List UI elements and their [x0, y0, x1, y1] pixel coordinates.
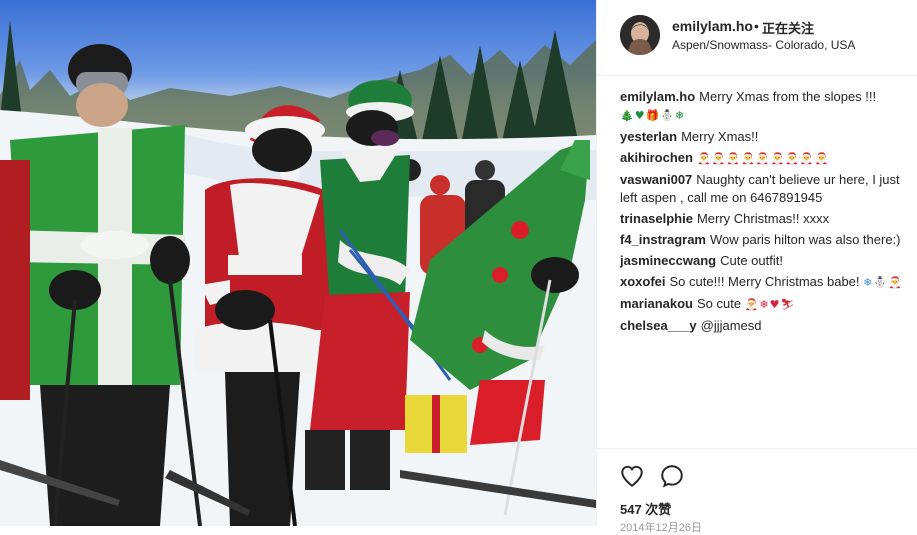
santa-emoji-icons: 🎅🎅🎅🎅🎅🎅🎅🎅🎅	[696, 152, 830, 165]
post-header: emilylam.ho • 正在关注 Aspen/Snowmass- Color…	[597, 0, 917, 76]
post-panel: emilylam.ho • 正在关注 Aspen/Snowmass- Color…	[596, 0, 917, 534]
mixed-emoji-icons: 🎅❄♥⛷	[744, 298, 796, 311]
caption-emoji-icons: 🎄♥🎁⛄❄	[620, 109, 686, 122]
comment-username[interactable]: xoxofei	[620, 274, 666, 289]
comment-list: emilylam.ho Merry Xmas from the slopes !!…	[620, 88, 908, 338]
comment-bubble-icon[interactable]	[659, 463, 685, 489]
like-count[interactable]: 547 次赞	[620, 499, 671, 518]
comment-username[interactable]: trinaselphie	[620, 211, 693, 226]
following-button[interactable]: 正在关注	[762, 18, 814, 37]
comment-text: Merry Xmas from the slopes !!!	[699, 89, 877, 104]
comment-text: Merry Christmas!! xxxx	[696, 211, 830, 226]
header-separator: •	[754, 18, 759, 34]
list-item: trinaselphie Merry Christmas!! xxxx	[620, 210, 908, 228]
comment-username[interactable]: yesterlan	[620, 129, 677, 144]
comment-username[interactable]: marianakou	[620, 296, 693, 311]
comment-username[interactable]: vaswani007	[620, 172, 692, 187]
comment-username[interactable]: emilylam.ho	[620, 89, 695, 104]
list-item: chelsea___y @jjjamesd	[620, 317, 908, 335]
photo-scene	[0, 20, 596, 526]
list-item: f4_instragram Wow paris hilton was also t…	[620, 231, 908, 249]
comment-username[interactable]: jasmineccwang	[620, 253, 716, 268]
list-item: marianakou So cute 🎅❄♥⛷	[620, 295, 908, 314]
list-item: akihirochen 🎅🎅🎅🎅🎅🎅🎅🎅🎅	[620, 149, 908, 168]
post-date: 2014年12月26日	[620, 522, 702, 534]
heart-icon[interactable]	[619, 463, 645, 489]
comment-username[interactable]: akihirochen	[620, 150, 693, 165]
list-item: xoxofei So cute!!! Merry Christmas babe! …	[620, 273, 908, 292]
comment-text: Cute outfit!	[720, 253, 783, 268]
post-actions: 547 次赞 2014年12月26日	[597, 448, 917, 534]
comment-username[interactable]: chelsea___y	[620, 318, 697, 333]
location-link[interactable]: Aspen/Snowmass- Colorado, USA	[672, 38, 855, 52]
comment-username[interactable]: f4_instragram	[620, 232, 706, 247]
list-item: vaswani007 Naughty can't believe ur here,…	[620, 171, 908, 207]
snowman-emoji-icons: ❄⛄🎅	[863, 276, 903, 289]
caption: emilylam.ho Merry Xmas from the slopes !!…	[620, 88, 908, 125]
comment-text: Wow paris hilton was also there:)	[709, 232, 901, 247]
list-item: yesterlan Merry Xmas!!	[620, 128, 908, 146]
header-username[interactable]: emilylam.ho	[672, 18, 753, 34]
post-photo[interactable]	[0, 0, 596, 526]
list-item: jasmineccwang Cute outfit!	[620, 252, 908, 270]
comment-text: So cute	[696, 296, 742, 311]
comment-text: @jjjamesd	[700, 318, 762, 333]
comment-text: So cute!!! Merry Christmas babe!	[669, 274, 860, 289]
avatar[interactable]	[620, 15, 660, 55]
comment-text: Merry Xmas!!	[681, 129, 759, 144]
